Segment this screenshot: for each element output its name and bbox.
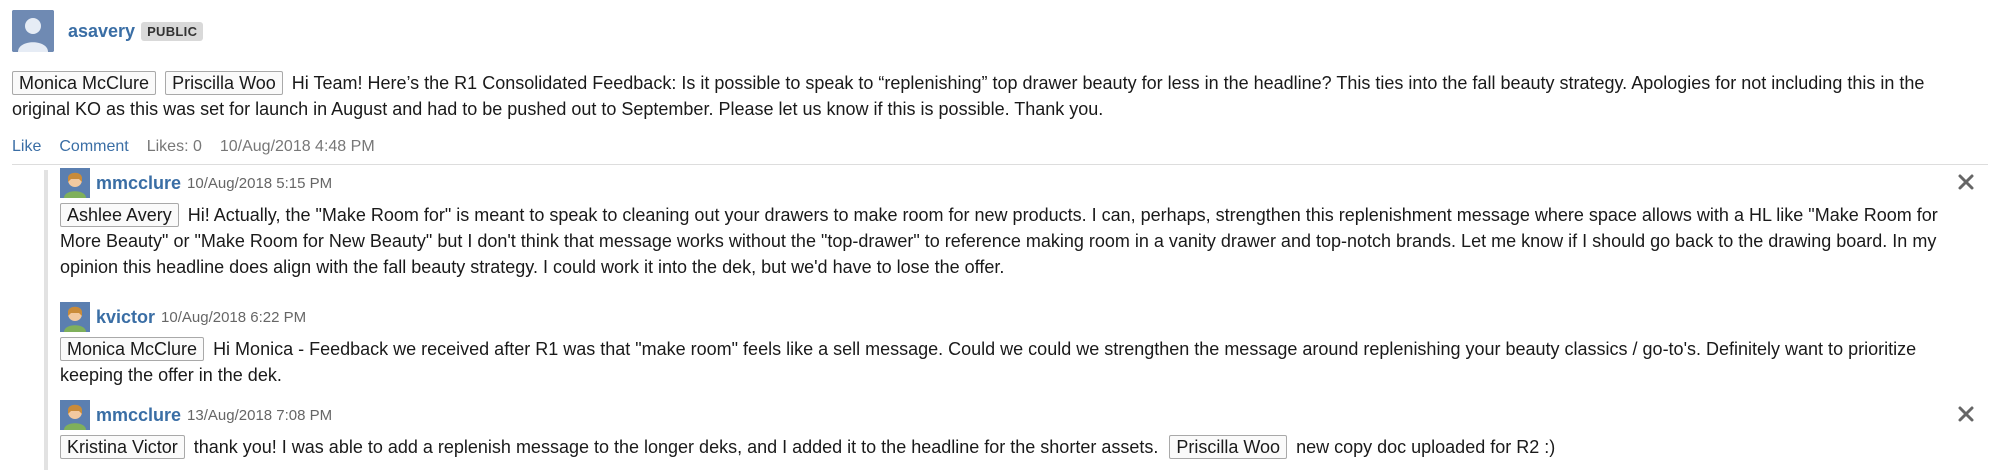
comment-header: mmcclure 13/Aug/2018 7:08 PM — [60, 400, 1976, 430]
comment-text: Hi! Actually, the "Make Room for" is mea… — [60, 205, 1938, 277]
user-avatar-icon[interactable] — [60, 400, 90, 430]
comment-author-link[interactable]: kvictor — [96, 307, 155, 328]
comment: mmcclure 13/Aug/2018 7:08 PM Kristina Vi… — [60, 400, 1976, 460]
close-icon[interactable] — [1956, 404, 1976, 424]
post-author-link[interactable]: asavery — [68, 21, 135, 42]
comment-thread: mmcclure 10/Aug/2018 5:15 PM Ashlee Aver… — [44, 168, 1992, 470]
comment-timestamp: 13/Aug/2018 7:08 PM — [187, 406, 333, 424]
comment-header: kvictor 10/Aug/2018 6:22 PM — [60, 302, 1976, 332]
comment-text: Hi Monica - Feedback we received after R… — [60, 339, 1917, 385]
comment-author-link[interactable]: mmcclure — [96, 405, 181, 426]
post-body: Monica McClure Priscilla Woo Hi Team! He… — [12, 70, 1962, 122]
close-icon[interactable] — [1956, 172, 1976, 192]
like-link[interactable]: Like — [12, 138, 41, 156]
comment-text: thank you! I was able to add a replenish… — [193, 437, 1159, 457]
comment-author-link[interactable]: mmcclure — [96, 173, 181, 194]
mention-tag[interactable]: Priscilla Woo — [1169, 435, 1288, 459]
likes-count: Likes: 0 — [146, 138, 202, 155]
default-avatar-icon[interactable] — [12, 10, 54, 52]
comment-body: Kristina Victor thank you! I was able to… — [60, 434, 1976, 460]
comment-text: new copy doc uploaded for R2 :) — [1296, 437, 1556, 457]
mention-tag[interactable]: Monica McClure — [60, 337, 205, 361]
divider — [12, 164, 1988, 165]
visibility-badge: PUBLIC — [141, 21, 204, 41]
post-text: Hi Team! Here’s the R1 Consolidated Feed… — [12, 73, 1925, 119]
mention-tag[interactable]: Priscilla Woo — [165, 71, 283, 95]
comment: mmcclure 10/Aug/2018 5:15 PM Ashlee Aver… — [60, 168, 1976, 280]
post-actions: Like Comment Likes: 0 10/Aug/2018 4:48 P… — [12, 138, 1988, 156]
mention-tag[interactable]: Kristina Victor — [60, 435, 185, 459]
post-timestamp: 10/Aug/2018 4:48 PM — [219, 138, 375, 155]
comment-body: Monica McClure Hi Monica - Feedback we r… — [60, 336, 1976, 388]
comment: kvictor 10/Aug/2018 6:22 PM Monica McClu… — [60, 302, 1976, 388]
post: asavery PUBLIC Monica McClure Priscilla … — [12, 10, 1988, 156]
comment-timestamp: 10/Aug/2018 5:15 PM — [187, 174, 333, 192]
mention-tag[interactable]: Monica McClure — [12, 71, 157, 95]
user-avatar-icon[interactable] — [60, 302, 90, 332]
user-avatar-icon[interactable] — [60, 168, 90, 198]
comment-timestamp: 10/Aug/2018 6:22 PM — [161, 308, 307, 326]
comment-header: mmcclure 10/Aug/2018 5:15 PM — [60, 168, 1976, 198]
comment-link[interactable]: Comment — [59, 138, 128, 156]
comment-body: Ashlee Avery Hi! Actually, the "Make Roo… — [60, 202, 1976, 280]
post-header: asavery PUBLIC — [12, 10, 1988, 52]
mention-tag[interactable]: Ashlee Avery — [60, 203, 179, 227]
